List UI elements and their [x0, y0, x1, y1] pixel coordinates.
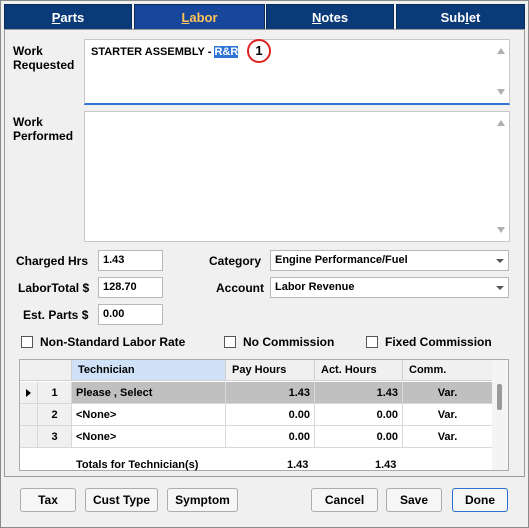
tab-bar: Parts Labor Notes Sublet: [4, 4, 525, 30]
comm-cell[interactable]: Var.: [403, 426, 493, 448]
scroll-thumb[interactable]: [497, 384, 502, 410]
account-select[interactable]: Labor Revenue: [270, 277, 509, 298]
grid-header-indicator: [20, 360, 72, 381]
tab-labor[interactable]: Labor: [134, 4, 265, 30]
work-performed-label: Work Performed: [13, 115, 74, 143]
account-value: Labor Revenue: [275, 281, 355, 293]
row-number: 2: [38, 404, 72, 426]
scroll-up-icon[interactable]: [497, 48, 505, 54]
act-hours-cell[interactable]: 0.00: [315, 404, 403, 426]
technician-cell[interactable]: Please , Select: [72, 382, 226, 404]
row-number: 3: [38, 426, 72, 448]
work-requested-label: Work Requested: [13, 44, 75, 72]
chevron-down-icon[interactable]: [492, 251, 508, 270]
done-button[interactable]: Done: [452, 488, 508, 512]
account-label: Account: [216, 281, 264, 295]
category-label: Category: [209, 254, 262, 268]
work-requested-field[interactable]: STARTER ASSEMBLY - R&R: [84, 39, 510, 105]
total-pay-hours: 1.43: [287, 459, 309, 471]
labor-dialog: Parts Labor Notes Sublet Work Requested S…: [0, 0, 529, 528]
pay-hours-cell[interactable]: 0.00: [226, 426, 315, 448]
work-performed-field[interactable]: [84, 111, 510, 242]
grid-scrollbar[interactable]: [492, 360, 508, 470]
act-hours-cell[interactable]: 1.43: [315, 382, 403, 404]
tab-sublet[interactable]: Sublet: [396, 4, 525, 30]
row-pointer-cell: [20, 404, 38, 426]
fixed-commission-label: Fixed Commission: [385, 335, 492, 349]
act-hours-cell[interactable]: 0.00: [315, 426, 403, 448]
row-number: 1: [38, 382, 72, 404]
grid-header-technician[interactable]: Technician: [72, 360, 226, 381]
row-pointer-cell: [20, 426, 38, 448]
cancel-button[interactable]: Cancel: [311, 488, 378, 512]
technician-grid: Technician Pay Hours Act. Hours Comm. 1 …: [19, 359, 509, 471]
scroll-down-icon[interactable]: [497, 227, 505, 233]
total-act-hours: 1.43: [375, 459, 397, 471]
comm-cell[interactable]: Var.: [403, 404, 493, 426]
work-requested-text: STARTER ASSEMBLY - R&R: [91, 46, 239, 58]
grid-header-act-hours[interactable]: Act. Hours: [315, 360, 403, 381]
labor-total-field[interactable]: 128.70: [98, 277, 163, 298]
save-button[interactable]: Save: [386, 488, 442, 512]
grid-header-comm[interactable]: Comm.: [403, 360, 493, 381]
callout-badge: 1: [247, 39, 271, 63]
tab-parts[interactable]: Parts: [4, 4, 132, 30]
tab-notes[interactable]: Notes: [266, 4, 394, 30]
selected-text: R&R: [214, 46, 239, 58]
category-select[interactable]: Engine Performance/Fuel: [270, 250, 509, 271]
work-requested-scrollbar[interactable]: [493, 40, 509, 103]
fixed-commission-checkbox[interactable]: [366, 336, 378, 348]
technician-cell[interactable]: <None>: [72, 404, 226, 426]
totals-label: Totals for Technician(s): [76, 459, 199, 471]
symptom-button[interactable]: Symptom: [167, 488, 238, 512]
scroll-up-icon[interactable]: [497, 120, 505, 126]
cust-type-button[interactable]: Cust Type: [85, 488, 158, 512]
pay-hours-cell[interactable]: 0.00: [226, 404, 315, 426]
scroll-down-icon[interactable]: [497, 89, 505, 95]
tax-button[interactable]: Tax: [20, 488, 76, 512]
est-parts-label: Est. Parts $: [23, 308, 89, 322]
est-parts-field[interactable]: 0.00: [98, 304, 163, 325]
row-pointer-icon: [20, 382, 38, 404]
non-standard-rate-checkbox[interactable]: [21, 336, 33, 348]
comm-cell[interactable]: Var.: [403, 382, 493, 404]
category-value: Engine Performance/Fuel: [275, 254, 408, 266]
grid-header-pay-hours[interactable]: Pay Hours: [226, 360, 315, 381]
charged-hrs-label: Charged Hrs: [16, 254, 89, 268]
technician-cell[interactable]: <None>: [72, 426, 226, 448]
chevron-down-icon[interactable]: [492, 278, 508, 297]
pay-hours-cell[interactable]: 1.43: [226, 382, 315, 404]
no-commission-label: No Commission: [243, 335, 335, 349]
labor-total-label: LaborTotal $: [18, 281, 90, 295]
charged-hrs-field[interactable]: 1.43: [98, 250, 163, 271]
non-standard-rate-label: Non-Standard Labor Rate: [40, 335, 186, 349]
no-commission-checkbox[interactable]: [224, 336, 236, 348]
work-performed-scrollbar[interactable]: [493, 112, 509, 241]
